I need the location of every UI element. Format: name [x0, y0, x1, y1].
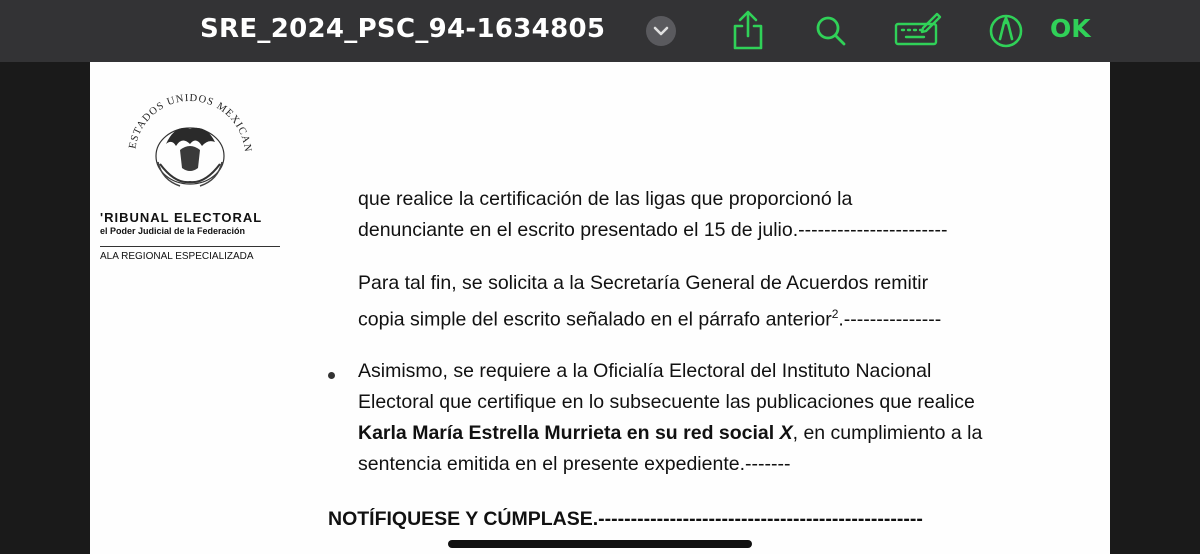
- share-icon[interactable]: [725, 8, 771, 54]
- court-name: 'RIBUNAL ELECTORAL: [100, 210, 263, 225]
- right-gutter: [1110, 62, 1200, 554]
- court-header: 'RIBUNAL ELECTORAL el Poder Judicial de …: [100, 210, 290, 262]
- markup-pen-icon[interactable]: [983, 8, 1029, 54]
- paragraph-2-dashes: .---------------: [838, 308, 942, 331]
- svg-text:ESTADOS UNIDOS MEXICANOS: ESTADOS UNIDOS MEXICANOS: [120, 84, 253, 153]
- chevron-down-icon[interactable]: [646, 16, 676, 46]
- paragraph-3: Asimismo, se requiere a la Oficialía Ele…: [358, 356, 1010, 480]
- home-indicator[interactable]: [448, 540, 752, 548]
- left-gutter: [0, 62, 90, 554]
- paragraph-3-text: Asimismo, se requiere a la Oficialía Ele…: [358, 360, 975, 413]
- paragraph-1-line-2: denunciante en el escrito presentado el …: [358, 219, 948, 241]
- document-title[interactable]: SRE_2024_PSC_94-1634805: [200, 14, 605, 44]
- paragraph-2-line-2: copia simple del escrito señalado en el …: [358, 308, 832, 331]
- court-subtitle: el Poder Judicial de la Federación: [100, 226, 246, 236]
- document-page[interactable]: ESTADOS UNIDOS MEXICANOS 'RIBUNAL ELECTO…: [90, 62, 1110, 554]
- paragraph-3-name: Karla María Estrella Murrieta en su red …: [358, 422, 780, 444]
- paragraph-1: que realice la certificación de las liga…: [358, 184, 1010, 246]
- mexican-seal-logo: ESTADOS UNIDOS MEXICANOS: [116, 76, 260, 199]
- paragraph-3-network: X: [779, 422, 793, 444]
- closing-line: NOTÍFIQUESE Y CÚMPLASE.-----------------…: [328, 508, 923, 530]
- ok-button[interactable]: OK: [1050, 14, 1091, 43]
- paragraph-1-line-1: que realice la certificación de las liga…: [358, 188, 853, 210]
- header-divider: [100, 246, 280, 247]
- toolbar: SRE_2024_PSC_94-1634805 OK: [0, 0, 1200, 62]
- keyboard-pen-icon[interactable]: [893, 8, 943, 54]
- paragraph-2-line-1: Para tal fin, se solicita a la Secretarí…: [358, 272, 929, 294]
- bullet-point: [328, 372, 335, 379]
- search-icon[interactable]: [808, 8, 854, 54]
- paragraph-2: Para tal fin, se solicita a la Secretarí…: [358, 268, 1010, 336]
- court-room: ALA REGIONAL ESPECIALIZADA: [100, 251, 254, 262]
